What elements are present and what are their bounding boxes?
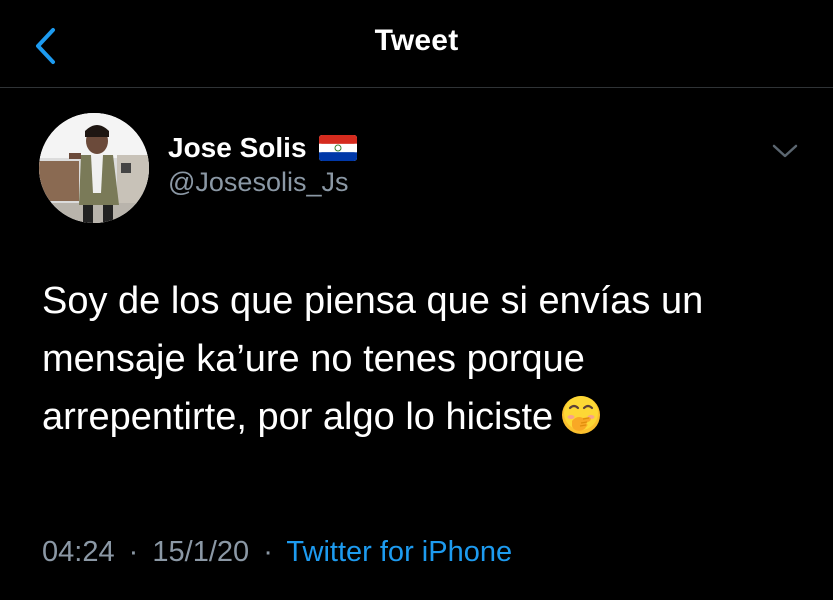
tweet-detail-screen: Tweet Jose Solis @Josesolis_Js Soy de lo… — [0, 0, 833, 600]
face-with-hand-over-mouth-emoji-icon — [559, 393, 603, 437]
tweet-line: Soy de los que piensa que si envías un — [42, 280, 704, 322]
paraguay-flag-icon — [318, 135, 357, 161]
tweet-line-text: arrepentirte, por algo lo hiciste — [42, 396, 554, 438]
avatar[interactable] — [39, 113, 149, 223]
avatar-photo — [39, 113, 149, 223]
chevron-down-icon — [772, 144, 798, 158]
tweet-options-button[interactable] — [770, 138, 800, 164]
tweet-line-last: arrepentirte, por algo lo hiciste — [42, 388, 812, 446]
author-handle[interactable]: @Josesolis_Js — [168, 167, 348, 198]
meta-separator: · — [128, 536, 139, 568]
tweet-date: 15/1/20 — [152, 536, 250, 568]
page-title: Tweet — [374, 24, 459, 57]
tweet-time: 04:24 — [42, 536, 115, 568]
tweet-source-link[interactable]: Twitter for iPhone — [286, 536, 512, 568]
tweet-body: Soy de los que piensa que si envías un m… — [42, 272, 812, 446]
meta-separator: · — [263, 536, 273, 568]
author-display-name[interactable]: Jose Solis — [168, 132, 307, 164]
tweet-line: mensaje ka’ure no tenes porque — [42, 338, 585, 380]
top-nav-bar: Tweet — [0, 0, 833, 88]
tweet-meta: 04:24 · 15/1/20 · Twitter for iPhone — [42, 536, 512, 569]
author-name-row[interactable]: Jose Solis — [168, 128, 357, 168]
